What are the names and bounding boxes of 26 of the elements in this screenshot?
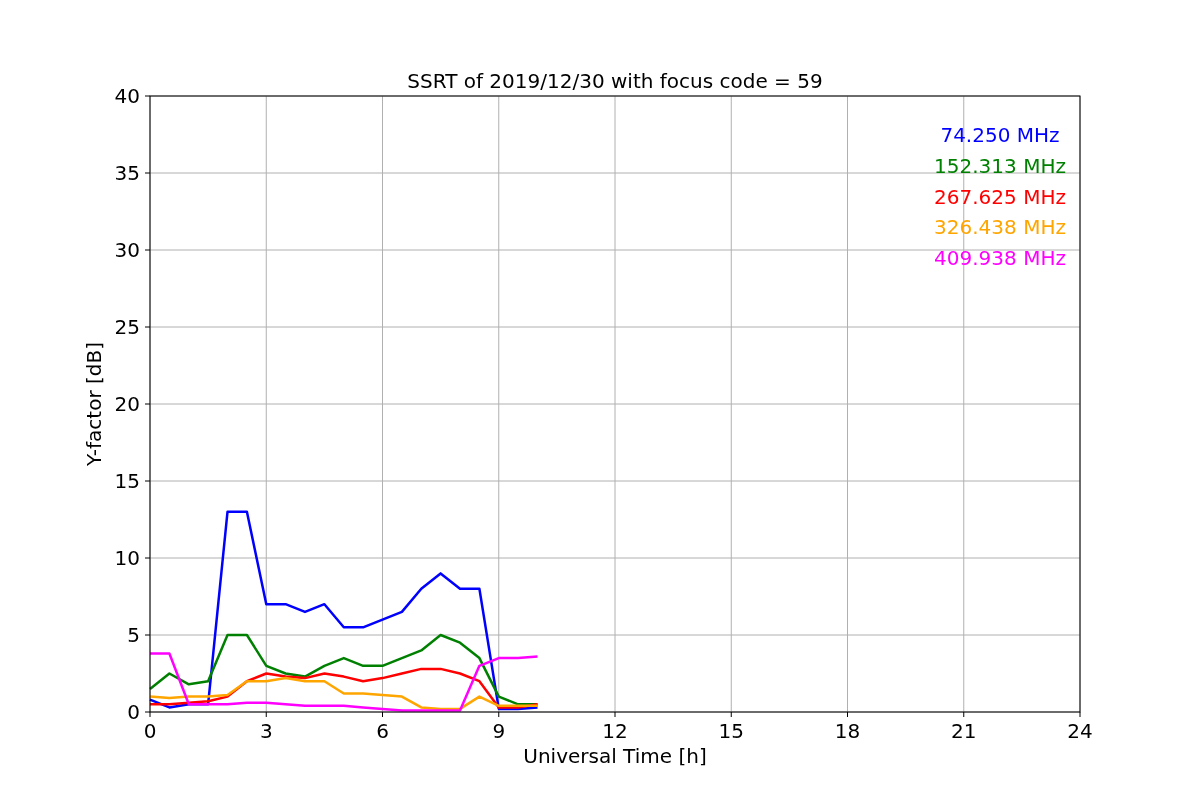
tick-label: 0 <box>143 719 157 743</box>
tick-label: 40 <box>114 84 140 108</box>
legend-label: 152.313 MHz <box>934 153 1066 178</box>
tick-label: 3 <box>259 719 273 743</box>
tick-label: 9 <box>492 719 506 743</box>
legend-label: 326.438 MHz <box>934 215 1066 240</box>
tick-label: 12 <box>602 719 628 743</box>
tick-label: 20 <box>114 392 140 416</box>
legend-label: 267.625 MHz <box>934 184 1066 209</box>
tick-label: 15 <box>718 719 744 743</box>
axis-label: Y-factor [dB] <box>82 342 106 466</box>
tick-label: 25 <box>114 315 140 339</box>
tick-label: 21 <box>951 719 977 743</box>
legend-label: 409.938 MHz <box>934 246 1066 271</box>
tick-label: 0 <box>127 700 140 724</box>
tick-label: 18 <box>834 719 861 743</box>
tick-label: 35 <box>114 161 140 185</box>
tick-label: 30 <box>114 238 140 262</box>
tick-label: 24 <box>1067 719 1093 743</box>
legend-label: 74.250 MHz <box>940 123 1060 147</box>
tick-label: 15 <box>114 469 140 493</box>
tick-label: 6 <box>376 719 389 743</box>
tick-label: 5 <box>127 623 140 647</box>
chart-title: SSRT of 2019/12/30 with focus code = 59 <box>407 69 823 93</box>
axis-label: Universal Time [h] <box>523 744 707 768</box>
tick-label: 10 <box>114 546 140 570</box>
